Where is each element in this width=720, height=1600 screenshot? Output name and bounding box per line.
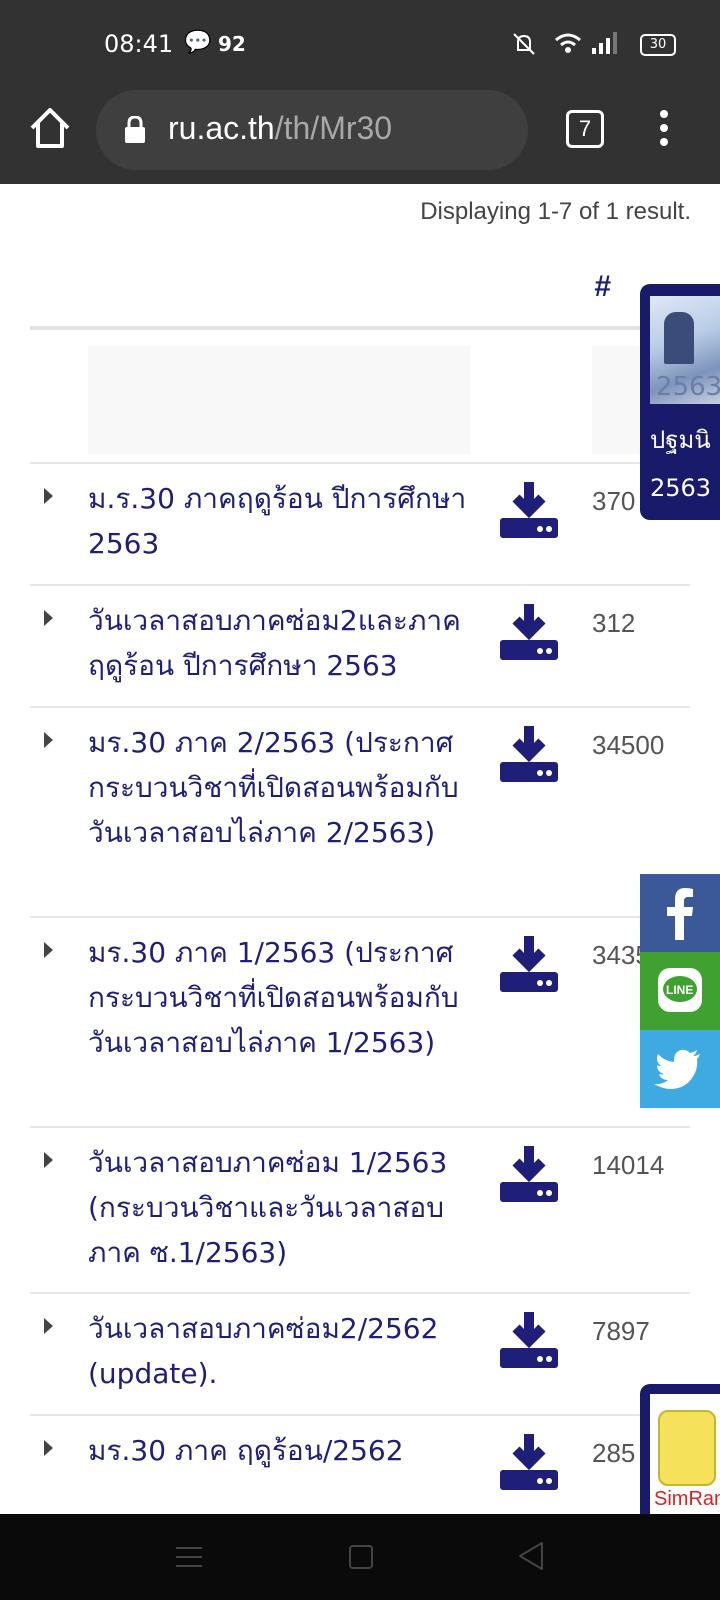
expand-caret-icon[interactable] <box>44 610 53 626</box>
browser-toolbar: ru.ac.th/th/Mr30 7 <box>0 88 720 184</box>
download-count: 34500 <box>592 730 665 760</box>
download-count: 285 <box>592 1438 636 1468</box>
sim-chip-icon <box>658 1410 716 1486</box>
expand-caret-icon[interactable] <box>44 1318 53 1334</box>
document-link[interactable]: ม.ร.30 ภาคฤดูร้อน ปีการศึกษา 2563 <box>88 476 470 566</box>
document-link[interactable]: มร.30 ภาค 2/2563 (ประกาศกระบวนวิชาที่เปิ… <box>88 720 470 855</box>
tab-switcher-button[interactable]: 7 <box>566 110 604 148</box>
promo-text-line: ปฐมนิ <box>650 426 711 454</box>
promo-image: 2563 <box>650 296 720 404</box>
download-count: 370 <box>592 486 636 516</box>
recent-apps-icon[interactable] <box>174 1542 204 1572</box>
expand-caret-icon[interactable] <box>44 488 53 504</box>
result-summary: Displaying 1-7 of 1 result. <box>420 198 691 225</box>
overflow-menu-icon[interactable] <box>652 106 676 150</box>
download-count: 7897 <box>592 1316 650 1346</box>
expand-caret-icon[interactable] <box>44 1440 53 1456</box>
line-share-button[interactable]: LINE <box>640 952 720 1030</box>
twitter-share-button[interactable] <box>640 1030 720 1108</box>
status-bar: 08:41 💬 92 30 <box>0 0 720 88</box>
notification-count: 92 <box>218 32 246 56</box>
mute-icon <box>513 33 535 55</box>
document-link[interactable]: วันเวลาสอบภาคซ่อม 1/2563 (กระบวนวิชาและว… <box>88 1140 470 1275</box>
page-content: Displaying 1-7 of 1 result. # ม.ร.30 ภาค… <box>0 184 720 1514</box>
home-icon[interactable] <box>24 102 76 154</box>
table-row: มร.30 ภาค ฤดูร้อน/2562 285 <box>0 1424 720 1514</box>
table-row: ม.ร.30 ภาคฤดูร้อน ปีการศึกษา 2563 370 <box>0 472 720 586</box>
document-link[interactable]: วันเวลาสอบภาคซ่อม2และภาคฤดูร้อน ปีการศึก… <box>88 598 470 688</box>
download-icon[interactable] <box>498 934 560 994</box>
download-icon[interactable] <box>498 1432 560 1492</box>
promo-text: ปฐมนิ 2563 <box>650 416 711 512</box>
wifi-icon <box>555 33 581 53</box>
table-row: มร.30 ภาค 1/2563 (ประกาศกระบวนวิชาที่เปิ… <box>0 926 720 1126</box>
download-count: 312 <box>592 608 636 638</box>
row-divider <box>30 462 690 464</box>
url-text: ru.ac.th/th/Mr30 <box>168 110 393 146</box>
header-divider <box>30 326 690 330</box>
row-divider <box>30 584 690 586</box>
address-bar[interactable]: ru.ac.th/th/Mr30 <box>96 90 528 170</box>
status-time: 08:41 <box>104 30 174 58</box>
download-count: 14014 <box>592 1150 665 1180</box>
document-link[interactable]: มร.30 ภาค ฤดูร้อน/2562 <box>88 1428 470 1473</box>
count-column-header[interactable]: # <box>594 270 611 304</box>
twitter-icon <box>654 1049 700 1089</box>
line-icon-label: LINE <box>666 983 694 997</box>
promo-image-year: 2563 <box>656 372 720 402</box>
download-icon[interactable] <box>498 1144 560 1204</box>
table-row: วันเวลาสอบภาคซ่อม2และภาคฤดูร้อน ปีการศึก… <box>0 594 720 708</box>
download-icon[interactable] <box>498 480 560 540</box>
document-link[interactable]: มร.30 ภาค 1/2563 (ประกาศกระบวนวิชาที่เปิ… <box>88 930 470 1065</box>
facebook-share-button[interactable] <box>640 874 720 952</box>
back-icon[interactable] <box>516 1540 546 1572</box>
system-navigation-bar <box>0 1514 720 1600</box>
facebook-icon <box>667 888 693 940</box>
document-link[interactable]: วันเวลาสอบภาคซ่อม2/2562 (update). <box>88 1306 470 1396</box>
row-divider <box>30 706 690 708</box>
sim-card-image: SimRam <box>650 1394 720 1514</box>
download-icon[interactable] <box>498 724 560 784</box>
row-divider <box>30 916 690 918</box>
download-icon[interactable] <box>498 1310 560 1370</box>
expand-caret-icon[interactable] <box>44 1152 53 1168</box>
chat-notification-icon: 💬 <box>184 30 212 55</box>
row-divider <box>30 1292 690 1294</box>
table-row: มร.30 ภาค 2/2563 (ประกาศกระบวนวิชาที่เปิ… <box>0 716 720 916</box>
table-row: วันเวลาสอบภาคซ่อม2/2562 (update). 7897 <box>0 1302 720 1416</box>
expand-caret-icon[interactable] <box>44 942 53 958</box>
home-nav-icon[interactable] <box>346 1542 376 1572</box>
promo-text-line: 2563 <box>650 474 712 502</box>
download-icon[interactable] <box>498 602 560 662</box>
battery-icon: 30 <box>640 34 676 56</box>
row-divider <box>30 1414 690 1416</box>
sim-promo-label: SimRam <box>654 1488 720 1510</box>
expand-caret-icon[interactable] <box>44 732 53 748</box>
title-filter-cell <box>88 346 470 454</box>
signal-icon <box>592 32 617 54</box>
promo-banner[interactable]: 2563 ปฐมนิ 2563 <box>640 284 720 520</box>
lock-icon <box>125 116 145 143</box>
sim-promo-banner[interactable]: SimRam <box>640 1384 720 1514</box>
table-row: วันเวลาสอบภาคซ่อม 1/2563 (กระบวนวิชาและว… <box>0 1136 720 1292</box>
row-divider <box>30 1126 690 1128</box>
statue-graphic <box>664 312 694 364</box>
